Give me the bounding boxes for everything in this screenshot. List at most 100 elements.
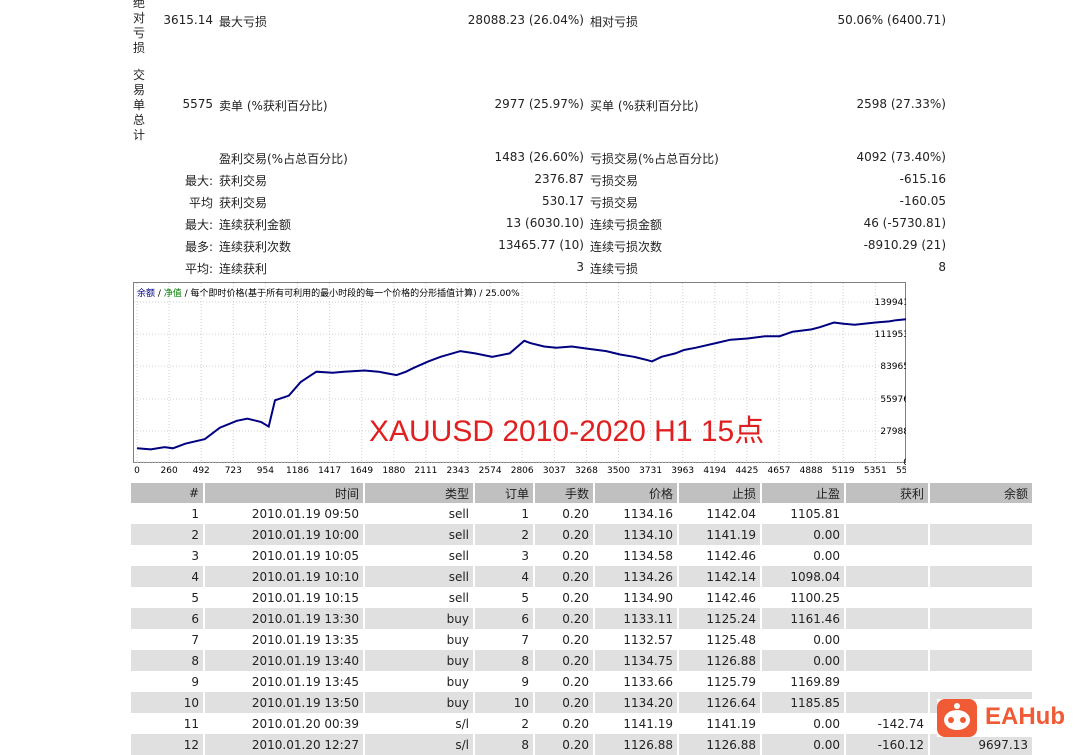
table-cell: 1105.81 — [761, 503, 846, 524]
legend-description: / 每个即时价格(基于所有可利用的最小时段的每一个价格的分形插值计算) / 25… — [181, 289, 520, 299]
table-row[interactable]: 2 2010.01.19 10:00 sell 2 0.20 1134.10 1141.19… — [131, 524, 1034, 545]
drawdown-group-label: 绝 对 亏 损 — [133, 0, 147, 56]
table-cell: 1133.66 — [594, 671, 679, 692]
column-header[interactable]: 获利 — [845, 483, 930, 503]
column-header[interactable]: 时间 — [204, 483, 365, 503]
summary-label-right: 亏损交易 — [590, 174, 639, 188]
table-cell — [845, 545, 930, 566]
table-row[interactable]: 11 2010.01.20 00:39 s/l 2 0.20 1141.19 1141.19… — [131, 713, 1034, 734]
table-cell: 8 — [474, 734, 535, 755]
table-cell — [845, 671, 930, 692]
table-cell: buy — [364, 629, 475, 650]
summary-value-right: -160.05 — [899, 194, 946, 208]
table-cell: 2 — [474, 713, 535, 734]
table-cell — [929, 587, 1034, 608]
summary-label-left: 获利交易 — [219, 174, 268, 188]
table-row[interactable]: 6 2010.01.19 13:30 buy 6 0.20 1133.11 1125.24 1… — [131, 608, 1034, 629]
table-row[interactable]: 4 2010.01.19 10:10 sell 4 0.20 1134.26 1142.14… — [131, 566, 1034, 587]
x-tick-label: 260 — [161, 466, 178, 476]
x-tick-label: 954 — [257, 466, 274, 476]
summary-label-left: 卖单 (%获利百分比) — [219, 99, 328, 113]
summary-label-left: 最大亏损 — [219, 15, 268, 29]
table-cell: 6 — [474, 608, 535, 629]
table-cell: 10 — [474, 692, 535, 713]
table-cell: 3 — [474, 545, 535, 566]
table-header-row: # 时间 类型 订单 手数 价格 止损 止盈 获利 余额 — [131, 483, 1034, 503]
table-cell: 1185.85 — [761, 692, 846, 713]
table-cell: buy — [364, 671, 475, 692]
table-cell: 9 — [131, 671, 205, 692]
table-cell: 1161.46 — [761, 608, 846, 629]
table-cell — [845, 650, 930, 671]
table-cell — [929, 671, 1034, 692]
table-cell: 5 — [474, 587, 535, 608]
table-row[interactable]: 3 2010.01.19 10:05 sell 3 0.20 1134.58 1142.46… — [131, 545, 1034, 566]
table-cell — [845, 608, 930, 629]
summary-label-left: 获利交易 — [219, 196, 268, 210]
summary-value-left: 13 (6030.10) — [505, 216, 584, 230]
table-row[interactable]: 5 2010.01.19 10:15 sell 5 0.20 1134.90 1142.46… — [131, 587, 1034, 608]
table-cell — [845, 692, 930, 713]
table-row[interactable]: 9 2010.01.19 13:45 buy 9 0.20 1133.66 1125.79 1… — [131, 671, 1034, 692]
table-cell: 2010.01.19 10:15 — [204, 587, 365, 608]
summary-value-right: 4092 (73.40%) — [856, 150, 946, 164]
summary-value-left: 2977 (25.97%) — [494, 97, 584, 111]
column-header[interactable]: 止损 — [678, 483, 762, 503]
table-cell: 0.20 — [534, 566, 595, 587]
column-header[interactable]: 价格 — [594, 483, 679, 503]
table-cell: 2010.01.19 13:40 — [204, 650, 365, 671]
summary-label-right: 亏损交易 — [590, 196, 639, 210]
table-cell: 4 — [131, 566, 205, 587]
vlabel-char: 计 — [133, 128, 146, 142]
y-tick-label: 83965 — [880, 362, 906, 372]
summary-label-right: 连续亏损次数 — [590, 240, 663, 254]
summary-lead-label: 平均: — [184, 262, 213, 276]
table-cell: 3 — [131, 545, 205, 566]
table-cell — [929, 629, 1034, 650]
x-tick-label: 4425 — [735, 466, 758, 476]
balance-chart: 0 260 492 723 954 1186 1417 1649 1880 2111 2343 257… — [133, 282, 906, 476]
summary-value-main: 5575 — [182, 97, 213, 111]
table-cell: 0.00 — [761, 713, 846, 734]
table-row[interactable]: 7 2010.01.19 13:35 buy 7 0.20 1132.57 1125.48 0… — [131, 629, 1034, 650]
x-tick-label: 1880 — [382, 466, 405, 476]
table-row[interactable]: 10 2010.01.19 13:50 buy 10 0.20 1134.20 1126.6… — [131, 692, 1034, 713]
column-header[interactable]: 订单 — [474, 483, 535, 503]
table-row[interactable]: 1 2010.01.19 09:50 sell 1 0.20 1134.16 1142.04… — [131, 503, 1034, 524]
table-cell: 2010.01.19 13:45 — [204, 671, 365, 692]
summary-value-left: 28088.23 (26.04%) — [467, 13, 584, 27]
column-header[interactable]: 余额 — [929, 483, 1034, 503]
summary-value-right: 2598 (27.33%) — [856, 97, 946, 111]
table-cell: 1134.75 — [594, 650, 679, 671]
table-cell: 1126.64 — [678, 692, 762, 713]
vlabel-char: 损 — [133, 41, 146, 55]
table-cell: s/l — [364, 713, 475, 734]
table-cell: 1141.19 — [594, 713, 679, 734]
table-cell — [845, 566, 930, 587]
table-cell: 0.00 — [761, 650, 846, 671]
y-tick-label: 111953 — [875, 330, 906, 340]
table-cell: 2010.01.19 10:05 — [204, 545, 365, 566]
column-header[interactable]: 类型 — [364, 483, 475, 503]
table-cell: sell — [364, 503, 475, 524]
table-cell: 1142.04 — [678, 503, 762, 524]
summary-label-left: 连续获利金额 — [219, 218, 292, 232]
column-header[interactable]: 止盈 — [761, 483, 846, 503]
summary-lead-label: 平均 — [188, 196, 213, 210]
table-cell — [929, 566, 1034, 587]
table-cell: 7 — [474, 629, 535, 650]
table-cell: 11 — [131, 713, 205, 734]
table-cell: 1126.88 — [678, 734, 762, 755]
table-cell: 1142.46 — [678, 587, 762, 608]
trades-table: # 时间 类型 订单 手数 价格 止损 止盈 获利 余额 1 2010.01.19 09:50 sel… — [131, 483, 1034, 755]
column-header[interactable]: # — [131, 483, 205, 503]
table-cell: 0.20 — [534, 671, 595, 692]
table-row[interactable]: 8 2010.01.19 13:40 buy 8 0.20 1134.75 1126.88 0… — [131, 650, 1034, 671]
table-cell: 2010.01.19 13:35 — [204, 629, 365, 650]
summary-value-main: 3615.14 — [163, 13, 213, 27]
column-header[interactable]: 手数 — [534, 483, 595, 503]
table-cell: 2010.01.19 10:10 — [204, 566, 365, 587]
legend-equity: 净值 — [163, 289, 182, 299]
table-cell: 8 — [131, 650, 205, 671]
table-row[interactable]: 12 2010.01.20 12:27 s/l 8 0.20 1126.88 1126.88… — [131, 734, 1034, 755]
